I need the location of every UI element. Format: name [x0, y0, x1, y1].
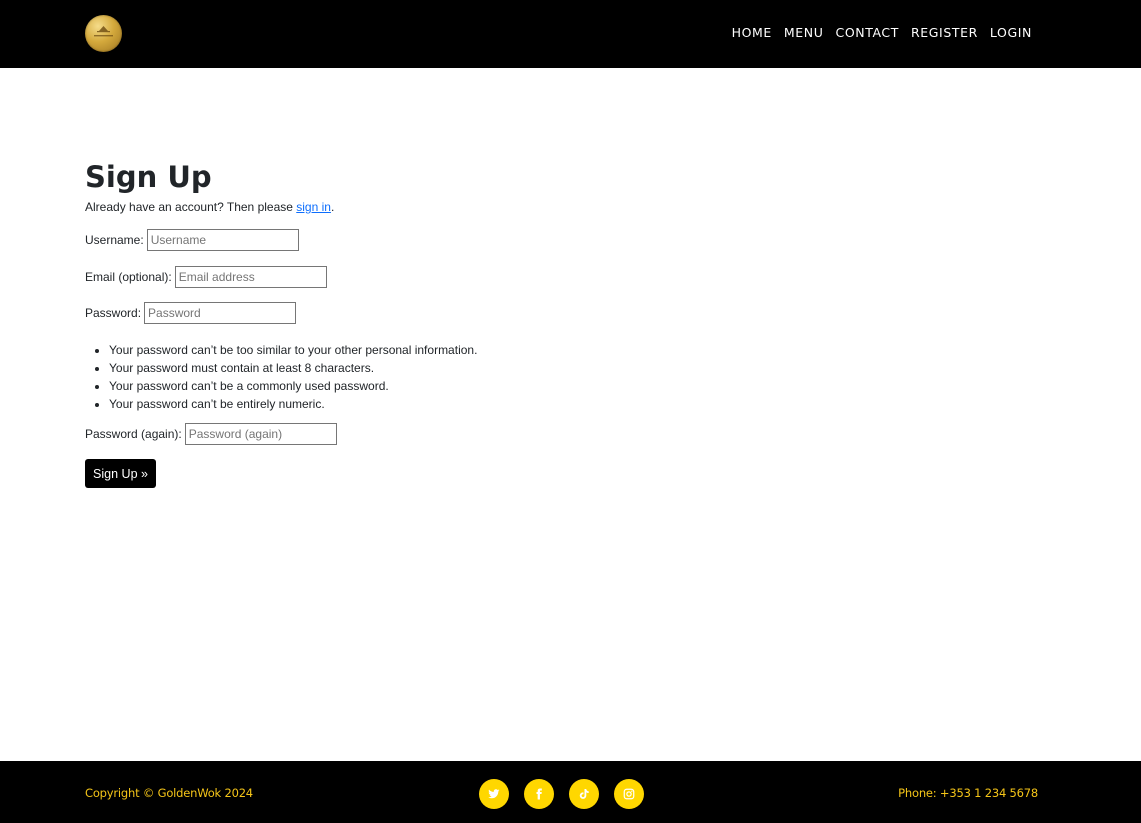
copyright-text: Copyright © GoldenWok 2024 [85, 786, 253, 800]
signin-prompt-text: Already have an account? Then please [85, 200, 297, 214]
username-input[interactable] [146, 229, 299, 251]
twitter-icon[interactable] [479, 779, 509, 809]
password-help-list: Your password can’t be too similar to yo… [85, 341, 477, 413]
password-help-item: Your password can’t be too similar to yo… [109, 341, 477, 359]
page-title: Sign Up [85, 160, 212, 194]
instagram-icon[interactable] [614, 779, 644, 809]
nav-links: HOME MENU CONTACT REGISTER LOGIN [732, 25, 1032, 41]
password-help-item: Your password can’t be entirely numeric. [109, 395, 477, 413]
phone-text: Phone: +353 1 234 5678 [898, 786, 1038, 800]
signin-prompt-suffix: . [330, 200, 335, 214]
sign-up-button[interactable]: Sign Up » [85, 459, 156, 488]
email-input[interactable] [174, 266, 327, 288]
tiktok-icon[interactable] [569, 779, 599, 809]
password-help-item: Your password can’t be a commonly used p… [109, 377, 477, 395]
password-label: Password: [85, 306, 142, 320]
nav-register[interactable]: REGISTER [911, 25, 978, 41]
logo-icon[interactable] [85, 15, 122, 52]
email-row: Email (optional): [85, 266, 327, 288]
nav-menu[interactable]: MENU [784, 25, 824, 41]
footer: Copyright © GoldenWok 2024 Phone: +353 1 [0, 761, 1141, 823]
navbar: HOME MENU CONTACT REGISTER LOGIN [0, 0, 1141, 68]
username-label: Username: [85, 233, 144, 247]
password-again-row: Password (again): [85, 423, 337, 445]
password-again-label: Password (again): [85, 427, 182, 441]
password-input[interactable] [144, 302, 297, 324]
nav-home[interactable]: HOME [732, 25, 772, 41]
social-links [479, 779, 644, 809]
signin-prompt: Already have an account? Then please sig… [85, 200, 334, 215]
nav-login[interactable]: LOGIN [990, 25, 1032, 41]
sign-in-link[interactable]: sign in [296, 200, 331, 214]
password-row: Password: [85, 302, 297, 324]
username-row: Username: [85, 229, 299, 251]
password-again-input[interactable] [184, 423, 337, 445]
email-label: Email (optional): [85, 270, 172, 284]
facebook-icon[interactable] [524, 779, 554, 809]
password-help-item: Your password must contain at least 8 ch… [109, 359, 477, 377]
nav-contact[interactable]: CONTACT [836, 25, 899, 41]
